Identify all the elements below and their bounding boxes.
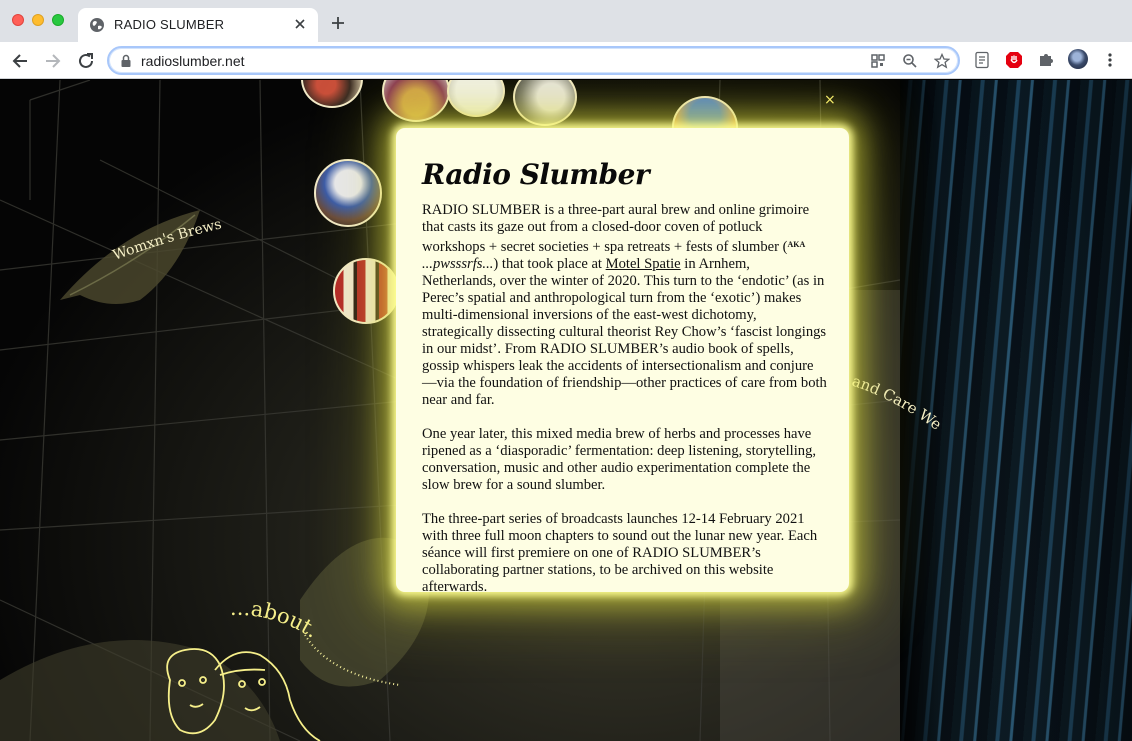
about-link[interactable]: ...about......: [225, 595, 325, 645]
extension-shield-icon[interactable]: [1005, 51, 1023, 69]
paragraph-text: ) that took place at: [493, 256, 606, 272]
photo-bubble[interactable]: [314, 159, 382, 227]
modal-paragraph-3: The three-part series of broadcasts laun…: [422, 511, 818, 592]
qr-code-icon[interactable]: [870, 53, 886, 69]
svg-text:and Care We: and Care We: [850, 375, 945, 434]
lock-icon[interactable]: [119, 54, 133, 68]
new-tab-icon[interactable]: [329, 14, 347, 32]
about-modal: Radio Slumber RADIO SLUMBER is a three-p…: [396, 128, 849, 592]
pwss-text: ...pwsssrfs...: [422, 256, 494, 272]
and-care-we-link[interactable]: and Care We: [846, 375, 946, 435]
browser-toolbar: radioslumber.net: [0, 42, 1132, 79]
browser-tab[interactable]: RADIO SLUMBER: [78, 8, 318, 42]
aka-label: AKA: [787, 240, 806, 249]
modal-body: RADIO SLUMBER is a three-part aural brew…: [422, 202, 827, 592]
menu-kebab-icon[interactable]: [1101, 51, 1119, 69]
minimize-window-button[interactable]: [32, 14, 44, 26]
modal-paragraph-2: One year later, this mixed media brew of…: [422, 426, 817, 493]
tab-title: RADIO SLUMBER: [114, 17, 225, 32]
back-icon[interactable]: [9, 50, 31, 72]
bookmark-star-icon[interactable]: [934, 53, 950, 69]
url-text[interactable]: radioslumber.net: [141, 53, 245, 69]
about-label: ...about......: [225, 595, 323, 643]
womxns-brews-label: Womxn's Brews: [111, 220, 223, 264]
photo-bubble[interactable]: [333, 258, 399, 324]
tab-bar: RADIO SLUMBER: [0, 0, 1132, 42]
motel-spatie-link[interactable]: Motel Spatie: [606, 256, 681, 272]
svg-text:...about......: ...about......: [225, 595, 323, 643]
extensions-puzzle-icon[interactable]: [1037, 51, 1055, 69]
modal-title: Radio Slumber: [422, 158, 650, 191]
paragraph-text: RADIO SLUMBER is a three-part aural brew…: [422, 202, 810, 255]
profile-avatar[interactable]: [1068, 49, 1088, 69]
maximize-window-button[interactable]: [52, 14, 64, 26]
address-bar[interactable]: radioslumber.net: [107, 46, 960, 75]
reading-mode-icon[interactable]: [973, 51, 991, 69]
close-modal-button[interactable]: ×: [824, 93, 836, 107]
modal-paragraph-1: RADIO SLUMBER is a three-part aural brew…: [422, 202, 827, 409]
close-window-button[interactable]: [12, 14, 24, 26]
globe-icon: [90, 18, 104, 32]
zoom-icon[interactable]: [902, 53, 918, 69]
close-tab-icon[interactable]: [292, 16, 308, 32]
womxns-brews-link[interactable]: Womxn's Brews: [110, 220, 240, 270]
reload-icon[interactable]: [75, 50, 97, 72]
page-canvas: Womxn's Brews and Care We ...about......…: [0, 80, 1132, 741]
forward-icon[interactable]: [42, 50, 64, 72]
modal-content: Radio Slumber RADIO SLUMBER is a three-p…: [422, 154, 827, 592]
and-care-we-label: and Care We: [850, 375, 945, 434]
svg-text:Womxn's Brews: Womxn's Brews: [111, 220, 223, 264]
paragraph-text: in Arnhem, Netherlands, over the winter …: [422, 256, 827, 408]
